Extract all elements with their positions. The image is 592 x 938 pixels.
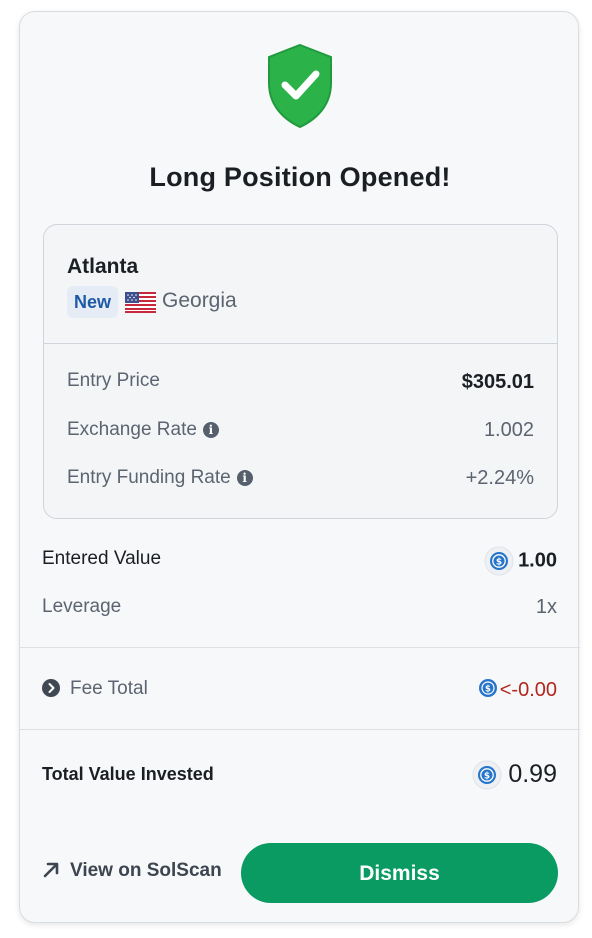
info-icon[interactable]: i xyxy=(236,470,253,486)
market-state: Georgia xyxy=(162,289,237,312)
usdc-icon: $ xyxy=(472,760,502,790)
arrow-up-right-icon xyxy=(43,862,59,878)
usdc-icon: $ xyxy=(478,679,497,697)
funding-rate-value: +2.24% xyxy=(465,467,534,489)
leverage-value: 1x xyxy=(535,596,557,618)
svg-text:$: $ xyxy=(484,772,490,782)
divider xyxy=(20,729,580,730)
fee-total-label: Fee Total xyxy=(70,678,148,699)
svg-text:$: $ xyxy=(485,684,491,694)
entered-value: 1.00 xyxy=(518,549,557,572)
funding-rate-label: Entry Funding Rate xyxy=(67,467,231,488)
info-icon[interactable]: i xyxy=(202,422,219,438)
exchange-rate-row: Exchange Rate i xyxy=(67,419,219,441)
new-badge: New xyxy=(67,286,118,318)
usdc-icon: $ xyxy=(484,546,514,576)
fee-total-value: <-0.00 xyxy=(499,679,557,701)
chevron-right-icon xyxy=(42,679,60,697)
fee-total-toggle[interactable]: Fee Total xyxy=(42,678,148,700)
svg-text:$: $ xyxy=(496,558,502,568)
total-invested-row: $ 0.99 xyxy=(472,760,557,790)
us-flag-icon xyxy=(125,292,156,313)
leverage-label: Leverage xyxy=(42,596,122,617)
page-title: Long Position Opened! xyxy=(149,162,451,192)
shield-check-icon xyxy=(268,43,332,129)
total-invested-value: 0.99 xyxy=(508,760,557,788)
position-opened-card: Long Position Opened! Atlanta New Georgi… xyxy=(19,11,580,923)
total-invested-label: Total Value Invested xyxy=(42,764,214,784)
exchange-rate-value: 1.002 xyxy=(483,419,534,441)
fee-total-row: $ <-0.00 xyxy=(478,678,557,702)
entry-price-value: $305.01 xyxy=(461,371,534,393)
entered-value-label: Entered Value xyxy=(42,548,162,569)
divider xyxy=(20,647,580,648)
market-header: Atlanta New Georgia xyxy=(44,225,557,344)
market-city: Atlanta xyxy=(67,255,139,278)
exchange-rate-label: Exchange Rate xyxy=(67,419,197,440)
funding-rate-row: Entry Funding Rate i xyxy=(67,467,253,489)
view-on-solscan-link[interactable]: View on SolScan xyxy=(42,860,222,882)
entered-value-row: $ 1.00 xyxy=(484,546,557,576)
entry-price-label: Entry Price xyxy=(67,370,160,391)
solscan-label: View on SolScan xyxy=(70,860,222,881)
dismiss-button[interactable]: Dismiss xyxy=(241,843,558,903)
market-details-panel: Atlanta New Georgia Entry Price $305.01 … xyxy=(43,224,558,519)
